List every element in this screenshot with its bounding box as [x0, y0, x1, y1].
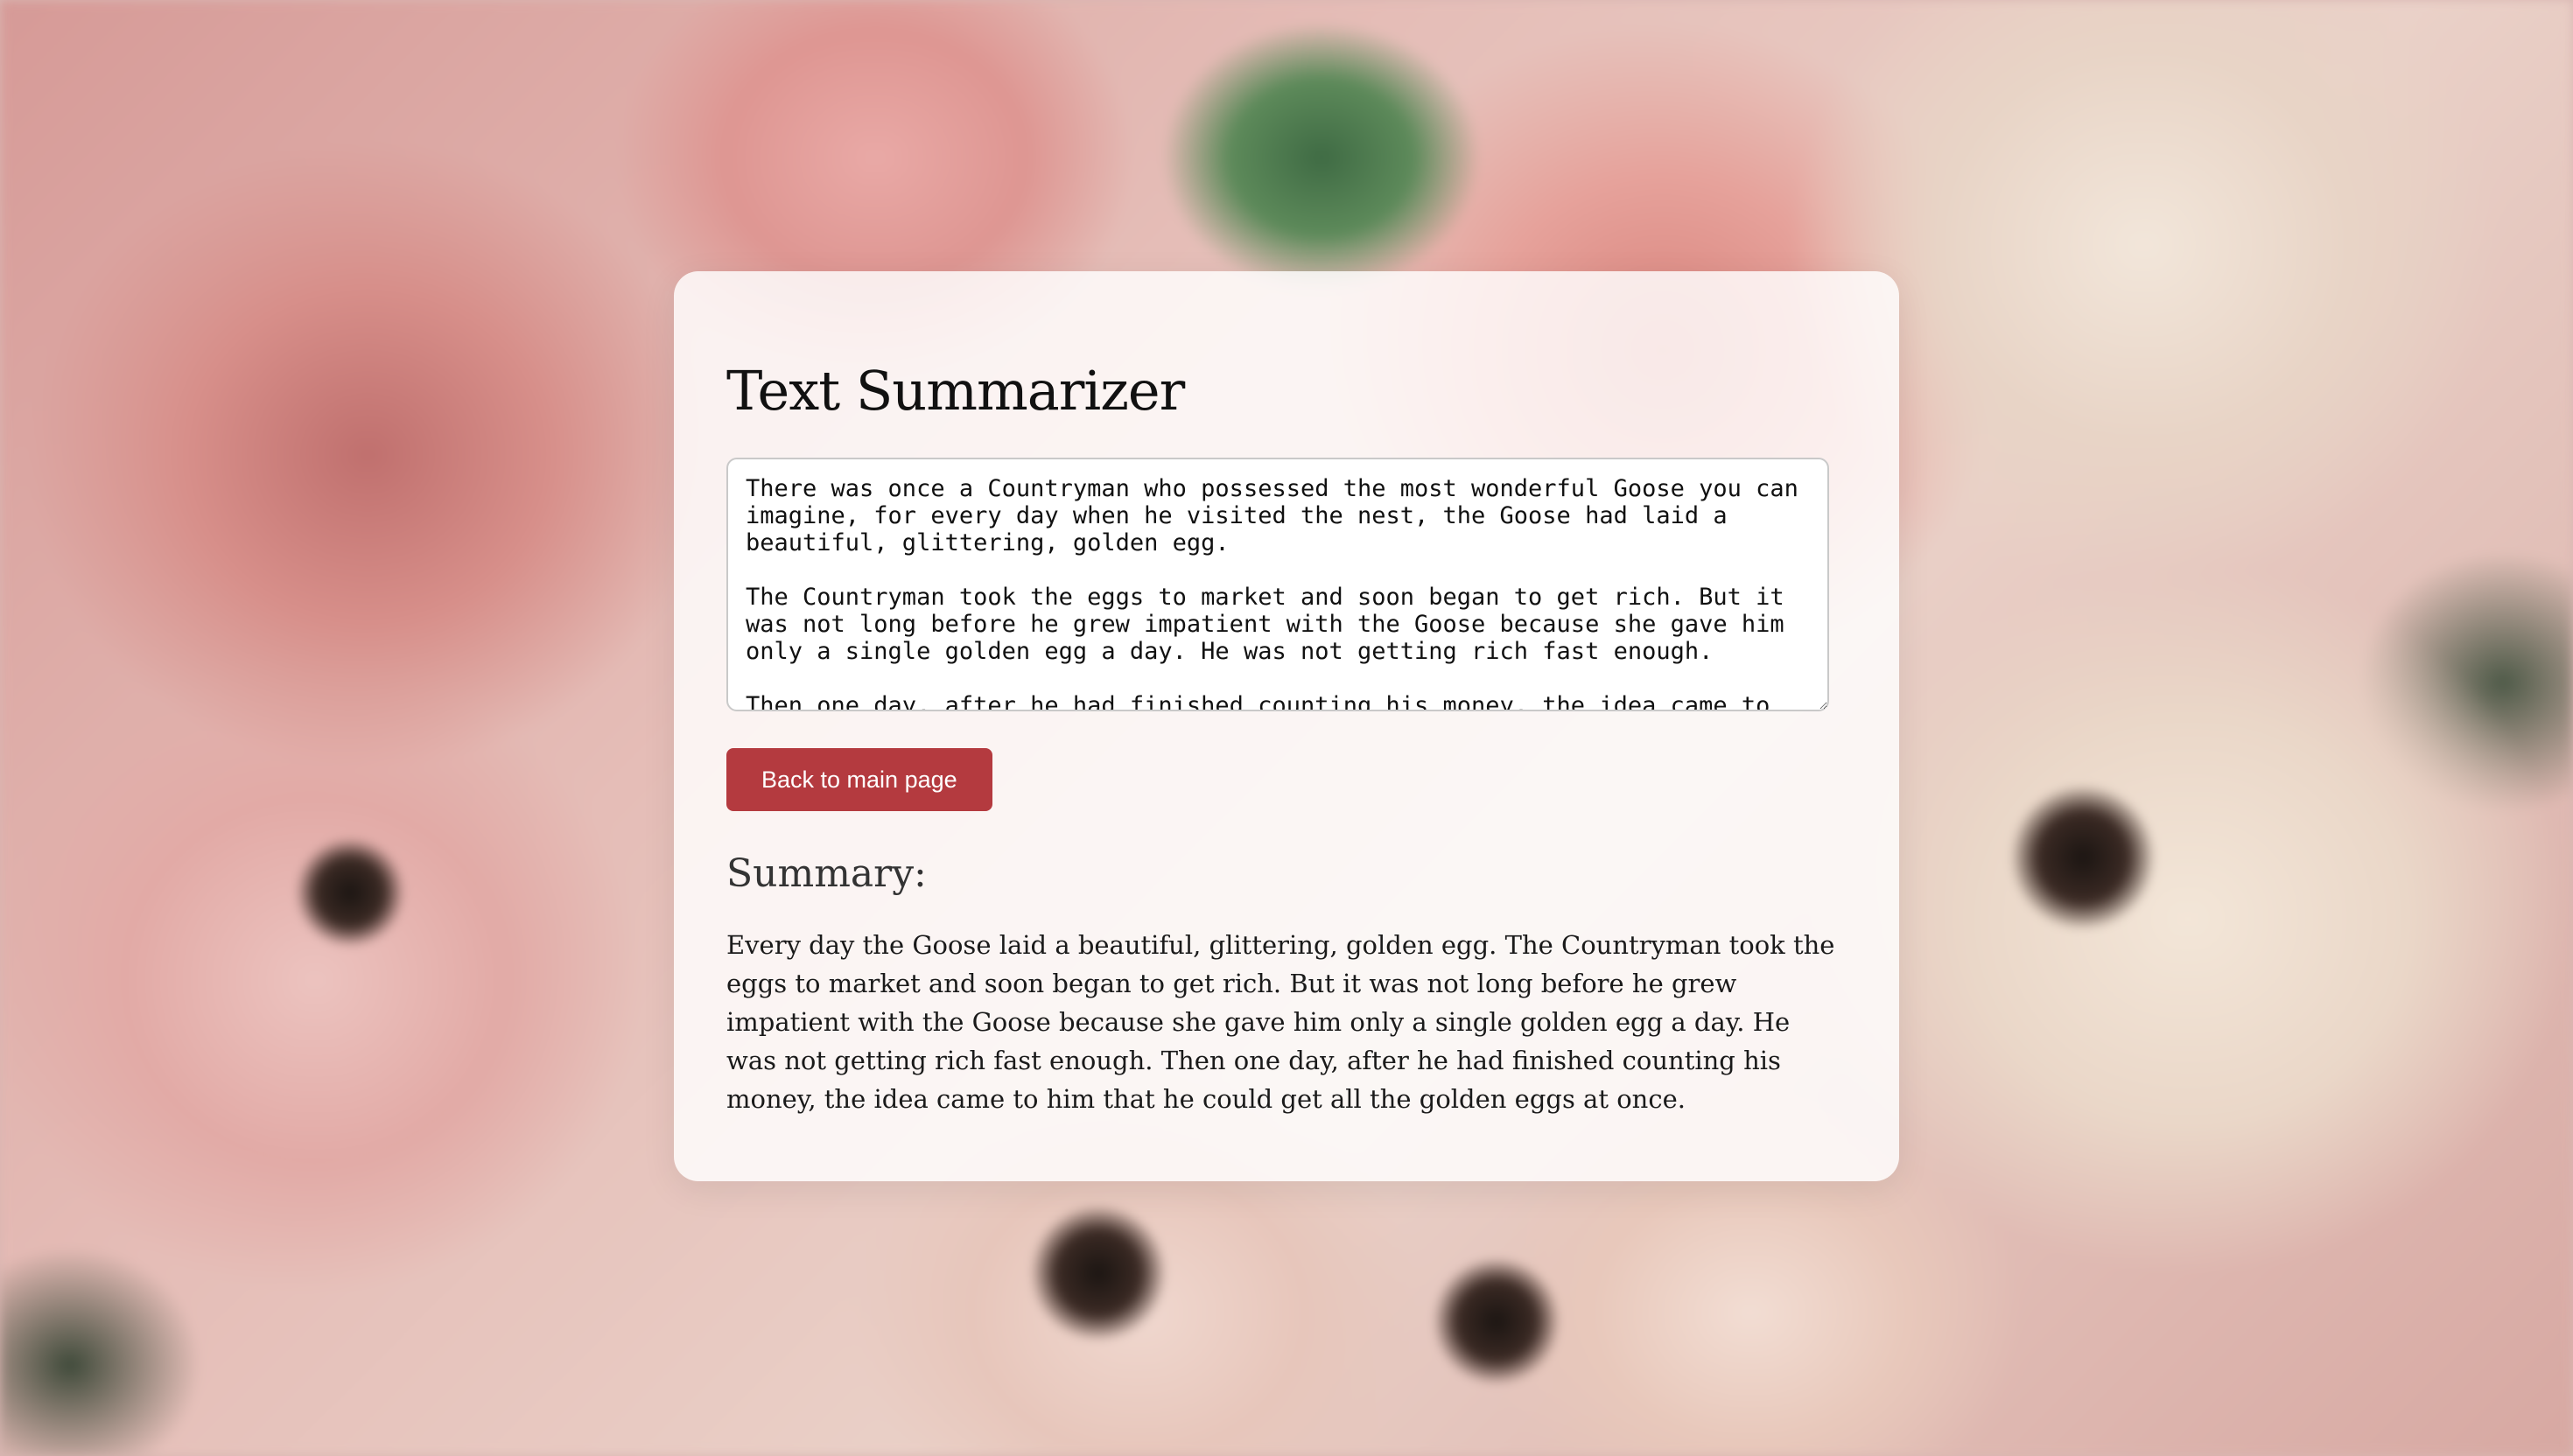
page-title: Text Summarizer: [726, 359, 1185, 423]
input-text-area[interactable]: There was once a Countryman who possesse…: [726, 458, 1829, 711]
summary-text: Every day the Goose laid a beautiful, gl…: [726, 930, 1835, 1114]
back-to-main-button[interactable]: Back to main page: [726, 748, 992, 811]
background-flower-center: [298, 840, 403, 945]
background-flower-center: [2013, 788, 2153, 928]
background-flower-center: [1435, 1260, 1558, 1382]
summary-heading: Summary:: [726, 851, 927, 896]
summarizer-card: Text Summarizer There was once a Country…: [674, 271, 1899, 1181]
background-flower-center: [1033, 1208, 1164, 1339]
